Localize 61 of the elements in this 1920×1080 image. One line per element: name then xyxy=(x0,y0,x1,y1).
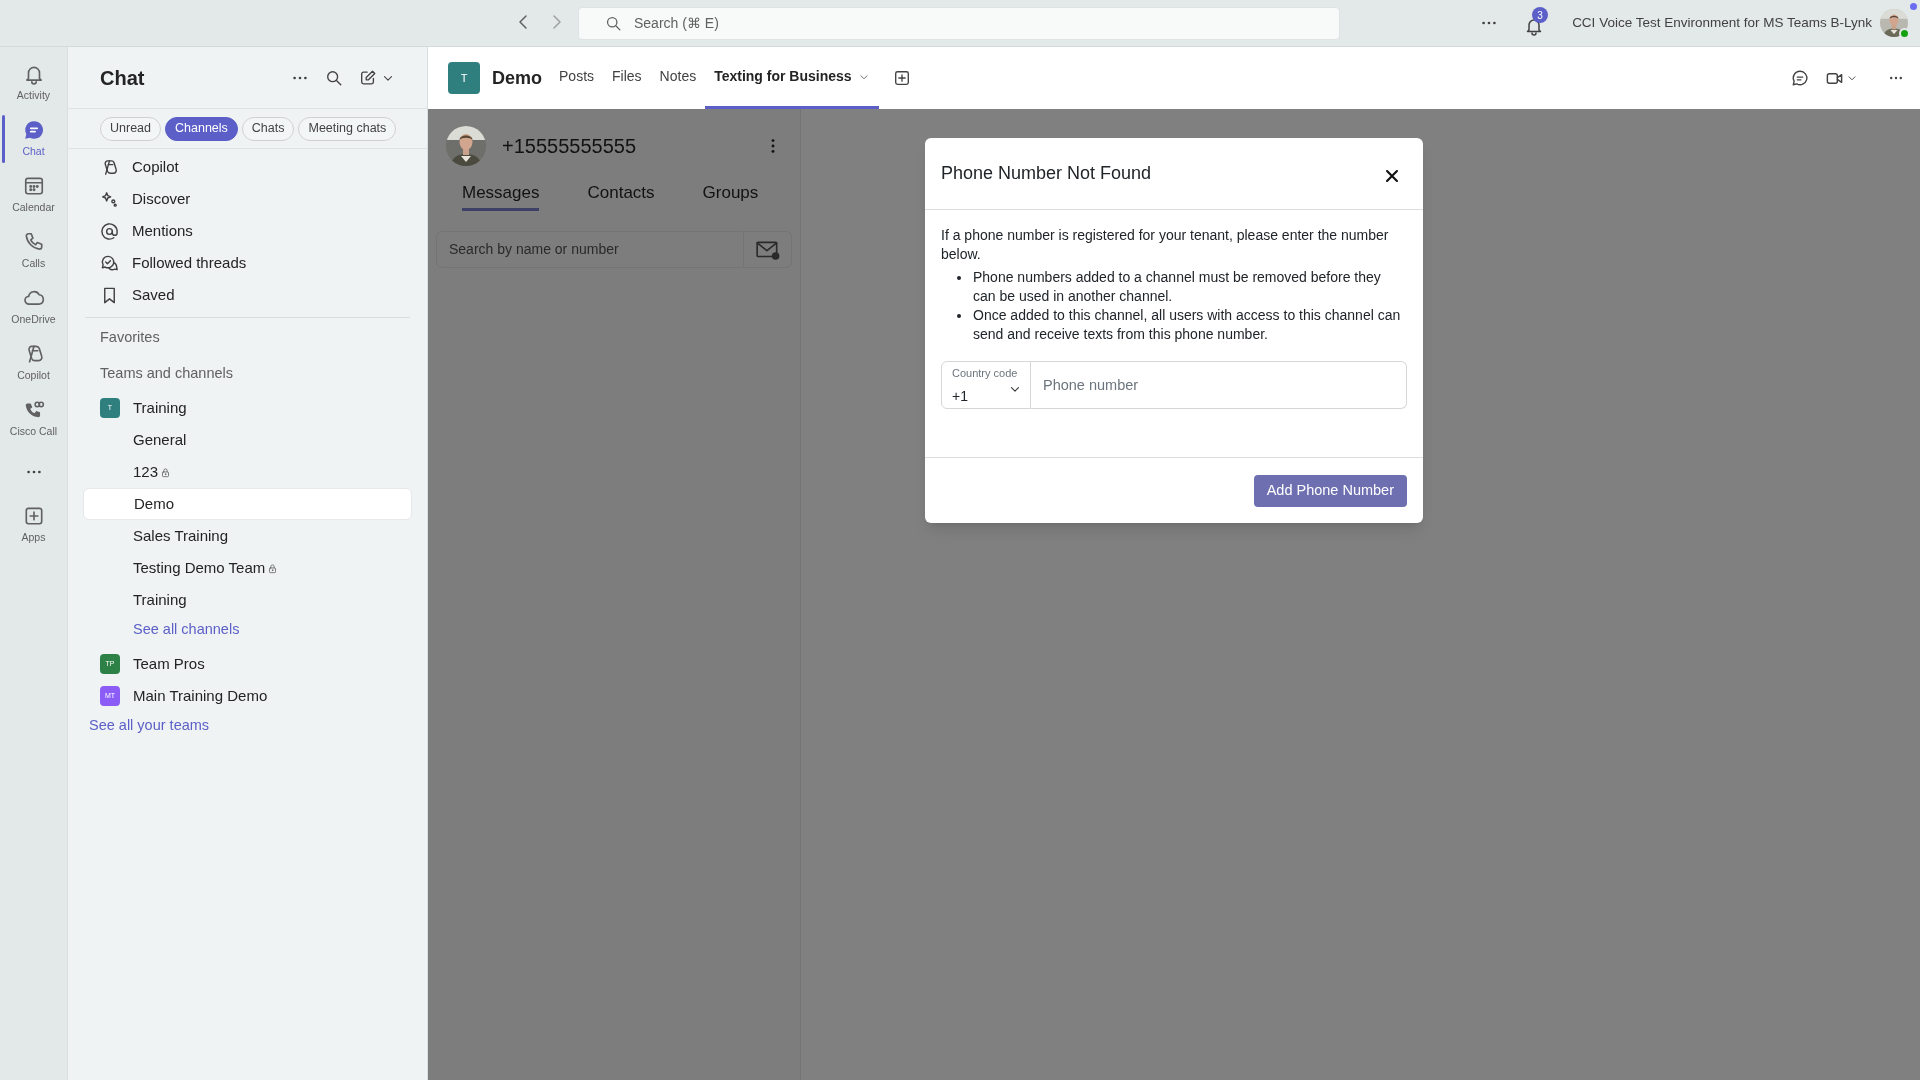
phone-number-field[interactable]: Phone number xyxy=(1031,361,1407,409)
calendar-icon xyxy=(22,174,45,197)
rail-item[interactable]: Calls xyxy=(0,223,68,279)
filter-chip[interactable]: Unread xyxy=(100,116,161,141)
channel-item[interactable]: Testing Demo Team xyxy=(83,552,412,584)
channel-tab[interactable]: Notes xyxy=(650,47,706,109)
team-avatar: T xyxy=(448,62,480,94)
channel-tab[interactable]: Files xyxy=(603,47,651,109)
rail-item[interactable]: Copilot xyxy=(0,335,68,391)
channel-tab[interactable]: Posts xyxy=(550,47,604,109)
country-code-select[interactable]: Country code +1 xyxy=(941,361,1031,409)
search-icon[interactable] xyxy=(325,68,343,87)
section-heading: Favorites xyxy=(99,328,161,348)
section-heading: Teams and channels xyxy=(99,364,234,384)
nav-item[interactable]: Mentions xyxy=(83,215,412,247)
compose-icon[interactable] xyxy=(359,68,377,87)
notification-badge: 3 xyxy=(1532,7,1549,23)
add-tab-icon[interactable] xyxy=(892,69,911,87)
sidebar-title: Chat xyxy=(100,65,146,91)
search-field[interactable]: Search by name or number xyxy=(436,231,744,268)
bullet-icon xyxy=(957,314,961,318)
channel-item[interactable]: 123 xyxy=(83,456,412,488)
dialog-title: Phone Number Not Found xyxy=(941,162,1152,185)
chat-icon xyxy=(22,118,45,141)
channel-name: Demo xyxy=(492,66,542,90)
rail-item[interactable]: Cisco Call xyxy=(0,391,68,447)
search-icon xyxy=(605,15,622,32)
rail-item[interactable]: Calendar xyxy=(0,167,68,223)
nav-item[interactable]: Followed threads xyxy=(83,247,412,279)
rail-item[interactable]: Chat xyxy=(0,111,68,167)
phone-number: +15555555555 xyxy=(502,134,638,159)
panel-tab[interactable]: Groups xyxy=(702,177,759,211)
filter-chip[interactable]: Channels xyxy=(165,116,238,141)
see-all-link[interactable]: See all your teams xyxy=(83,712,210,740)
apps-icon xyxy=(22,504,45,527)
at-sign-icon xyxy=(100,221,119,241)
dialog-text: Phone numbers added to a channel must be removed before they can be used in another channel. xyxy=(973,269,1381,304)
rail-item[interactable]: Activity xyxy=(0,55,68,111)
channel-item[interactable]: Training xyxy=(83,584,412,616)
dialog-text: Once added to this channel, all users with access to this channel can send and receive texts from this phone number. xyxy=(973,307,1401,342)
nav-item[interactable]: Copilot xyxy=(83,151,412,183)
rail-item[interactable]: Apps xyxy=(0,497,68,553)
panel-tab[interactable]: Messages xyxy=(462,177,540,211)
filter-chip[interactable]: Chats xyxy=(241,116,295,141)
filter-chip[interactable]: Meeting chats xyxy=(298,116,397,141)
dialog-text: If a phone number is registered for your tenant, please enter the number below. xyxy=(941,226,1390,264)
search-field[interactable]: Search (⌘ E) xyxy=(578,7,1340,40)
channel-item[interactable]: Demo xyxy=(83,488,412,520)
nav-item[interactable]: Saved xyxy=(83,279,412,311)
add-phone-number-button[interactable]: Add Phone Number xyxy=(1253,474,1407,507)
sparkle-icon xyxy=(100,189,119,209)
nav-item[interactable]: Discover xyxy=(83,183,412,215)
channel-item[interactable]: Sales Training xyxy=(83,520,412,552)
see-all-link[interactable]: See all channels xyxy=(83,616,240,644)
rail-item[interactable]: OneDrive xyxy=(0,279,68,335)
bullet-icon xyxy=(957,276,961,280)
org-name: CCI Voice Test Environment for MS Teams B-Lynk xyxy=(1572,13,1872,32)
panel-tab[interactable]: Contacts xyxy=(587,177,655,211)
channel-item[interactable]: General xyxy=(83,424,412,456)
chat-icon[interactable] xyxy=(1791,69,1809,87)
speech-bubbles-icon xyxy=(100,253,119,273)
